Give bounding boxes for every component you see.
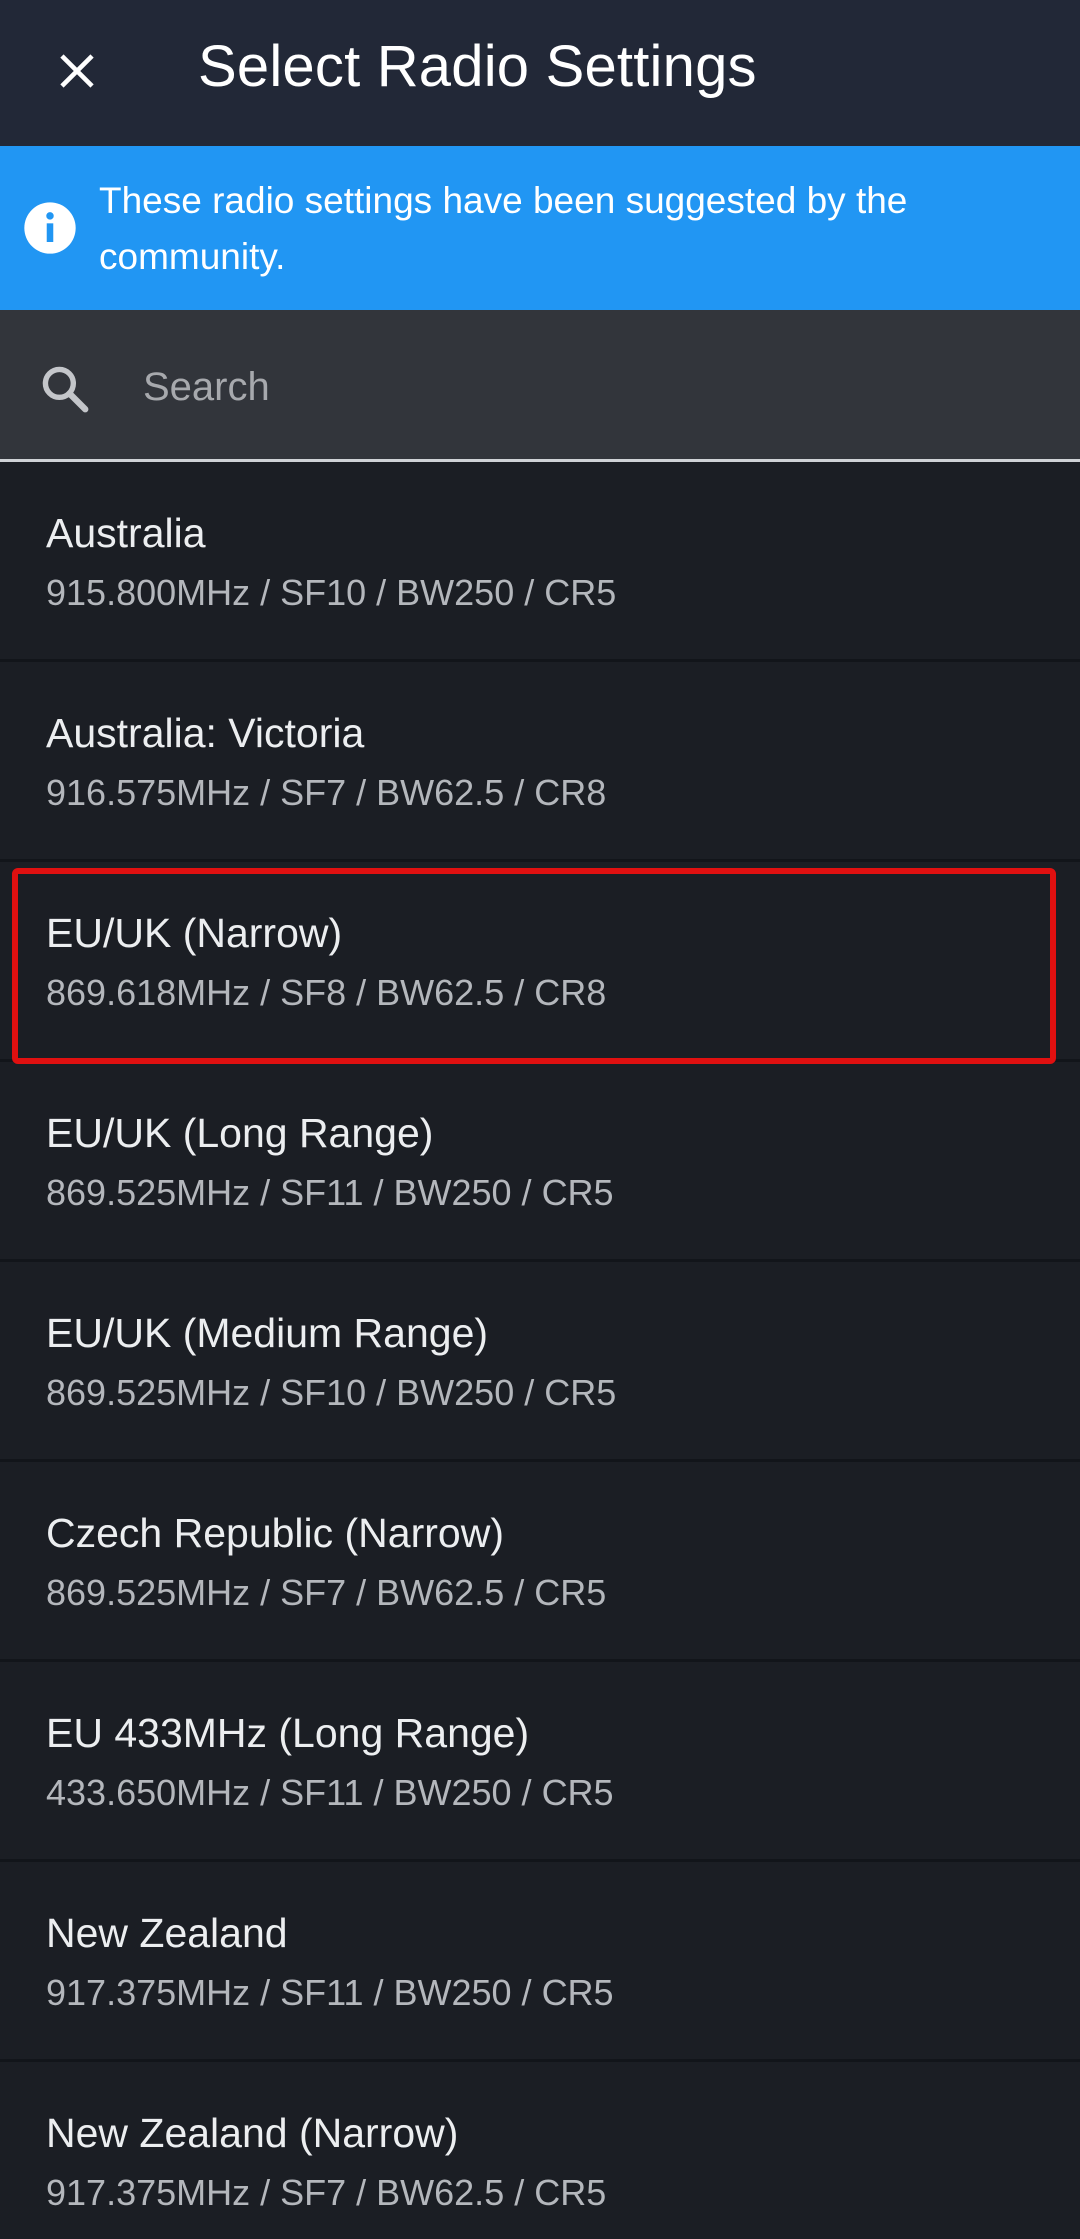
preset-name: New Zealand (Narrow) xyxy=(46,2110,459,2156)
app-screen: Select Radio Settings These radio settin… xyxy=(0,0,1080,2239)
close-button[interactable] xyxy=(34,28,120,114)
preset-list: Australia 915.800MHz / SF10 / BW250 / CR… xyxy=(0,462,1080,2239)
preset-details: 869.525MHz / SF11 / BW250 / CR5 xyxy=(46,1172,614,1213)
preset-name: EU/UK (Long Range) xyxy=(46,1110,434,1156)
preset-details: 915.800MHz / SF10 / BW250 / CR5 xyxy=(46,572,617,613)
preset-name: Australia xyxy=(46,510,206,556)
preset-name: Australia: Victoria xyxy=(46,710,365,756)
preset-details: 917.375MHz / SF7 / BW62.5 / CR5 xyxy=(46,2172,607,2213)
preset-name: EU 433MHz (Long Range) xyxy=(46,1710,530,1756)
preset-details: 869.618MHz / SF8 / BW62.5 / CR8 xyxy=(46,972,607,1013)
preset-details: 433.650MHz / SF11 / BW250 / CR5 xyxy=(46,1772,614,1813)
top-app-bar: Select Radio Settings xyxy=(0,0,1080,146)
preset-name: EU/UK (Narrow) xyxy=(46,910,343,956)
list-item[interactable]: Australia: Victoria 916.575MHz / SF7 / B… xyxy=(0,662,1080,862)
banner-message: These radio settings have been suggested… xyxy=(99,180,908,277)
search-icon xyxy=(42,366,89,413)
preset-name: New Zealand xyxy=(46,1910,288,1956)
info-banner: These radio settings have been suggested… xyxy=(0,146,1080,310)
preset-details: 869.525MHz / SF7 / BW62.5 / CR5 xyxy=(46,1572,607,1613)
list-item-highlighted[interactable]: EU/UK (Narrow) 869.618MHz / SF8 / BW62.5… xyxy=(0,862,1080,1064)
preset-details: 916.575MHz / SF7 / BW62.5 / CR8 xyxy=(46,772,607,813)
preset-details: 917.375MHz / SF11 / BW250 / CR5 xyxy=(46,1972,614,2013)
preset-details: 869.525MHz / SF10 / BW250 / CR5 xyxy=(46,1372,617,1413)
list-item[interactable]: EU 433MHz (Long Range) 433.650MHz / SF11… xyxy=(0,1662,1080,1862)
list-item[interactable]: EU/UK (Long Range) 869.525MHz / SF11 / B… xyxy=(0,1062,1080,1262)
preset-name: Czech Republic (Narrow) xyxy=(46,1510,504,1556)
page-title: Select Radio Settings xyxy=(198,34,757,99)
search-input[interactable] xyxy=(143,342,1043,432)
close-icon xyxy=(60,54,94,88)
list-item[interactable]: New Zealand (Narrow) 917.375MHz / SF7 / … xyxy=(0,2062,1080,2239)
preset-name: EU/UK (Medium Range) xyxy=(46,1310,489,1356)
list-item[interactable]: New Zealand 917.375MHz / SF11 / BW250 / … xyxy=(0,1862,1080,2062)
list-item[interactable]: Czech Republic (Narrow) 869.525MHz / SF7… xyxy=(0,1462,1080,1662)
search-bar xyxy=(0,310,1080,462)
info-icon xyxy=(24,202,76,254)
list-item[interactable]: Australia 915.800MHz / SF10 / BW250 / CR… xyxy=(0,462,1080,662)
list-item[interactable]: EU/UK (Medium Range) 869.525MHz / SF10 /… xyxy=(0,1262,1080,1462)
